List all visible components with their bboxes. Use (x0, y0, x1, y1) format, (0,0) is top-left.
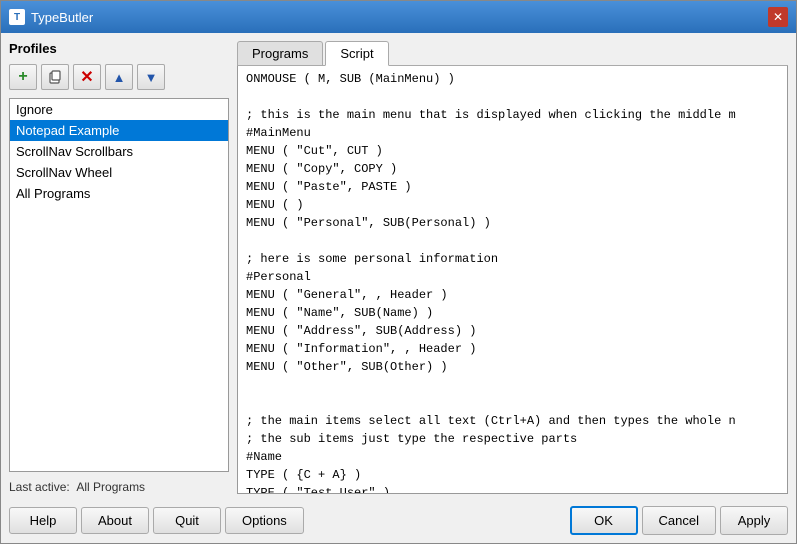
profiles-title: Profiles (9, 41, 229, 56)
script-editor[interactable]: ONMOUSE ( M, SUB (MainMenu) ) ; this is … (237, 66, 788, 494)
profile-item-scrollnav-scrollbars[interactable]: ScrollNav Scrollbars (10, 141, 228, 162)
add-profile-button[interactable]: + (9, 64, 37, 90)
tab-bar: Programs Script (237, 41, 788, 66)
profile-item-notepad[interactable]: Notepad Example (10, 120, 228, 141)
profile-item-all-programs[interactable]: All Programs (10, 183, 228, 204)
window-body: Profiles + ✕ ▲ ▼ Ignore Notepad Exa (1, 33, 796, 543)
last-active-value: All Programs (76, 480, 145, 494)
delete-profile-button[interactable]: ✕ (73, 64, 101, 90)
options-button[interactable]: Options (225, 507, 304, 534)
help-button[interactable]: Help (9, 507, 77, 534)
bottom-bar: Help About Quit Options OK Cancel Apply (9, 502, 788, 535)
script-text: ONMOUSE ( M, SUB (MainMenu) ) ; this is … (238, 66, 787, 494)
profile-item-scrollnav-wheel[interactable]: ScrollNav Wheel (10, 162, 228, 183)
ok-button[interactable]: OK (570, 506, 638, 535)
move-down-button[interactable]: ▼ (137, 64, 165, 90)
profile-list: Ignore Notepad Example ScrollNav Scrollb… (9, 98, 229, 472)
apply-button[interactable]: Apply (720, 506, 788, 535)
bottom-right-buttons: OK Cancel Apply (570, 506, 788, 535)
window-title: TypeButler (31, 10, 93, 25)
last-active-label: Last active: (9, 480, 70, 494)
move-up-button[interactable]: ▲ (105, 64, 133, 90)
profile-item-ignore[interactable]: Ignore (10, 99, 228, 120)
main-content: Profiles + ✕ ▲ ▼ Ignore Notepad Exa (9, 41, 788, 494)
bottom-left-buttons: Help About Quit Options (9, 507, 304, 534)
cancel-button[interactable]: Cancel (642, 506, 716, 535)
left-panel: Profiles + ✕ ▲ ▼ Ignore Notepad Exa (9, 41, 229, 494)
right-panel: Programs Script ONMOUSE ( M, SUB (MainMe… (237, 41, 788, 494)
app-icon: T (9, 9, 25, 25)
last-active-info: Last active: All Programs (9, 480, 229, 494)
close-button[interactable]: ✕ (768, 7, 788, 27)
about-button[interactable]: About (81, 507, 149, 534)
tab-programs[interactable]: Programs (237, 41, 323, 65)
title-bar: T TypeButler ✕ (1, 1, 796, 33)
main-window: T TypeButler ✕ Profiles + ✕ ▲ (0, 0, 797, 544)
copy-profile-button[interactable] (41, 64, 69, 90)
profiles-toolbar: + ✕ ▲ ▼ (9, 64, 229, 90)
quit-button[interactable]: Quit (153, 507, 221, 534)
tab-script[interactable]: Script (325, 41, 388, 66)
